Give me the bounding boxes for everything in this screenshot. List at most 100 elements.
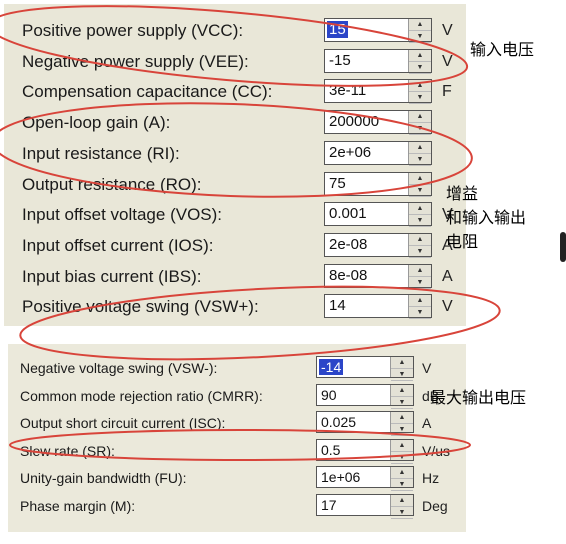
param-row-input-resistance: Input resistance (RI): 2e+06 ▲ ▼: [4, 140, 466, 167]
param-row-open-loop-gain: Open-loop gain (A): 200000 ▲ ▼: [4, 110, 466, 136]
param-spinbox-open-loop-gain[interactable]: 200000 ▲ ▼: [324, 110, 432, 136]
spin-down-icon[interactable]: ▼: [409, 123, 431, 136]
spin-arrows[interactable]: ▲ ▼: [408, 264, 431, 289]
param-unit: V: [442, 22, 453, 39]
param-spinbox-negative-power-supply[interactable]: -15 ▲ ▼: [324, 48, 432, 74]
param-value-input[interactable]: 2e+06: [329, 144, 371, 161]
param-value-input[interactable]: 17: [321, 497, 337, 513]
param-row-input-offset-current: Input offset current (IOS): 2e-08 ▲ ▼ A: [4, 232, 466, 259]
param-row-slew-rate: Slew rate (SR): 0.5 ▲ ▼ V/us: [8, 438, 466, 465]
param-value-input[interactable]: 0.001: [329, 205, 367, 222]
spin-arrows[interactable]: ▲ ▼: [390, 412, 413, 437]
spin-down-icon[interactable]: ▼: [391, 369, 413, 381]
param-spinbox-input-bias-current[interactable]: 8e-08 ▲ ▼: [324, 263, 432, 289]
param-spinbox-positive-power-supply[interactable]: 15 ▲ ▼: [324, 18, 432, 43]
param-value-input[interactable]: 2e-08: [329, 236, 367, 253]
param-spinbox-input-offset-current[interactable]: 2e-08 ▲ ▼: [324, 232, 432, 258]
param-value-input[interactable]: 0.5: [321, 442, 340, 458]
spin-arrows[interactable]: ▲ ▼: [390, 467, 413, 492]
param-row-positive-power-supply: Positive power supply (VCC): 15 ▲ ▼ V: [4, 18, 466, 44]
param-spinbox-unity-gain-bandwidth[interactable]: 1e+06 ▲ ▼: [316, 466, 414, 492]
spin-up-icon[interactable]: ▲: [409, 173, 431, 185]
spin-up-icon[interactable]: ▲: [391, 385, 413, 397]
param-value-input[interactable]: 14: [329, 297, 346, 314]
param-spinbox-output-short-circuit-current[interactable]: 0.025 ▲ ▼: [316, 411, 414, 437]
parameter-panel-top: Positive power supply (VCC): 15 ▲ ▼ V Negativ…: [4, 4, 466, 326]
spin-down-icon[interactable]: ▼: [409, 185, 431, 197]
spin-up-icon[interactable]: ▲: [391, 495, 413, 507]
param-label: Input resistance (RI):: [22, 143, 180, 163]
spin-arrows[interactable]: ▲ ▼: [390, 384, 413, 409]
param-row-compensation-capacitance: Compensation capacitance (CC): 3e-11 ▲ ▼ F: [4, 79, 466, 105]
param-value-input[interactable]: 15: [327, 21, 348, 38]
spin-up-icon[interactable]: ▲: [391, 357, 413, 369]
spin-up-icon[interactable]: ▲: [409, 295, 431, 308]
spin-down-icon[interactable]: ▼: [409, 154, 431, 166]
spin-up-icon[interactable]: ▲: [409, 111, 431, 124]
spin-arrows[interactable]: ▲ ▼: [390, 439, 413, 464]
param-spinbox-input-resistance[interactable]: 2e+06 ▲ ▼: [324, 140, 432, 166]
spin-down-icon[interactable]: ▼: [391, 507, 413, 519]
spin-up-icon[interactable]: ▲: [409, 203, 431, 216]
annotation-gain-line1: 增益: [446, 184, 479, 203]
spin-up-icon[interactable]: ▲: [391, 440, 413, 452]
spin-up-icon[interactable]: ▲: [391, 412, 413, 425]
spin-down-icon[interactable]: ▼: [409, 31, 431, 43]
param-label: Slew rate (SR):: [20, 442, 115, 459]
spin-arrows[interactable]: ▲ ▼: [408, 141, 431, 166]
spin-arrows[interactable]: ▲ ▼: [408, 80, 431, 105]
spin-arrows[interactable]: ▲ ▼: [408, 172, 431, 197]
spin-down-icon[interactable]: ▼: [391, 479, 413, 492]
param-spinbox-common-mode-rejection-ratio[interactable]: 90 ▲ ▼: [316, 383, 414, 409]
spin-arrows[interactable]: ▲ ▼: [408, 233, 431, 258]
spin-down-icon[interactable]: ▼: [409, 307, 431, 320]
param-spinbox-compensation-capacitance[interactable]: 3e-11 ▲ ▼: [324, 79, 432, 105]
spin-arrows[interactable]: ▲ ▼: [408, 203, 431, 228]
spin-up-icon[interactable]: ▲: [409, 265, 431, 277]
spin-arrows[interactable]: ▲ ▼: [408, 295, 431, 320]
spin-arrows[interactable]: ▲ ▼: [408, 19, 431, 43]
spin-arrows[interactable]: ▲ ▼: [390, 357, 413, 381]
param-value-input[interactable]: -15: [329, 52, 351, 69]
spin-down-icon[interactable]: ▼: [391, 397, 413, 409]
param-value-input[interactable]: -14: [319, 359, 344, 375]
spin-down-icon[interactable]: ▼: [409, 92, 431, 105]
spin-down-icon[interactable]: ▼: [409, 277, 431, 289]
spin-arrows[interactable]: ▲ ▼: [408, 49, 431, 74]
param-value-input[interactable]: 0.025: [321, 414, 356, 430]
param-row-output-short-circuit-current: Output short circuit current (ISC): 0.025…: [8, 411, 466, 437]
param-label: Input offset current (IOS):: [22, 235, 214, 255]
param-row-negative-voltage-swing: Negative voltage swing (VSW-): -14 ▲ ▼ V: [8, 356, 466, 382]
spin-arrows[interactable]: ▲ ▼: [390, 495, 413, 519]
spin-up-icon[interactable]: ▲: [409, 19, 431, 31]
param-unit: A: [422, 415, 432, 432]
param-spinbox-phase-margin[interactable]: 17 ▲ ▼: [316, 494, 414, 519]
spin-down-icon[interactable]: ▼: [409, 62, 431, 74]
spin-down-icon[interactable]: ▼: [409, 246, 431, 258]
param-spinbox-input-offset-voltage[interactable]: 0.001 ▲ ▼: [324, 202, 432, 228]
spin-arrows[interactable]: ▲ ▼: [408, 111, 431, 136]
param-value-input[interactable]: 3e-11: [329, 82, 366, 99]
param-value-input[interactable]: 8e-08: [329, 267, 367, 284]
param-spinbox-slew-rate[interactable]: 0.5 ▲ ▼: [316, 438, 414, 464]
param-label: Unity-gain bandwidth (FU):: [20, 470, 187, 487]
spin-up-icon[interactable]: ▲: [391, 467, 413, 480]
spin-up-icon[interactable]: ▲: [409, 50, 431, 62]
param-label: Negative power supply (VEE):: [22, 51, 249, 71]
param-row-input-offset-voltage: Input offset voltage (VOS): 0.001 ▲ ▼ V: [4, 202, 466, 228]
param-spinbox-negative-voltage-swing[interactable]: -14 ▲ ▼: [316, 356, 414, 381]
spin-up-icon[interactable]: ▲: [409, 142, 431, 154]
param-value-input[interactable]: 200000: [329, 113, 379, 130]
scrollbar-thumb[interactable]: [560, 232, 566, 262]
spin-down-icon[interactable]: ▼: [391, 452, 413, 464]
spin-down-icon[interactable]: ▼: [391, 424, 413, 437]
param-value-input[interactable]: 75: [329, 175, 346, 192]
spin-down-icon[interactable]: ▼: [409, 215, 431, 228]
param-spinbox-positive-voltage-swing[interactable]: 14 ▲ ▼: [324, 294, 432, 320]
spin-up-icon[interactable]: ▲: [409, 80, 431, 93]
param-label: Input offset voltage (VOS):: [22, 205, 223, 225]
param-value-input[interactable]: 1e+06: [321, 469, 360, 485]
param-spinbox-output-resistance[interactable]: 75 ▲ ▼: [324, 171, 432, 197]
param-value-input[interactable]: 90: [321, 387, 337, 403]
spin-up-icon[interactable]: ▲: [409, 234, 431, 246]
